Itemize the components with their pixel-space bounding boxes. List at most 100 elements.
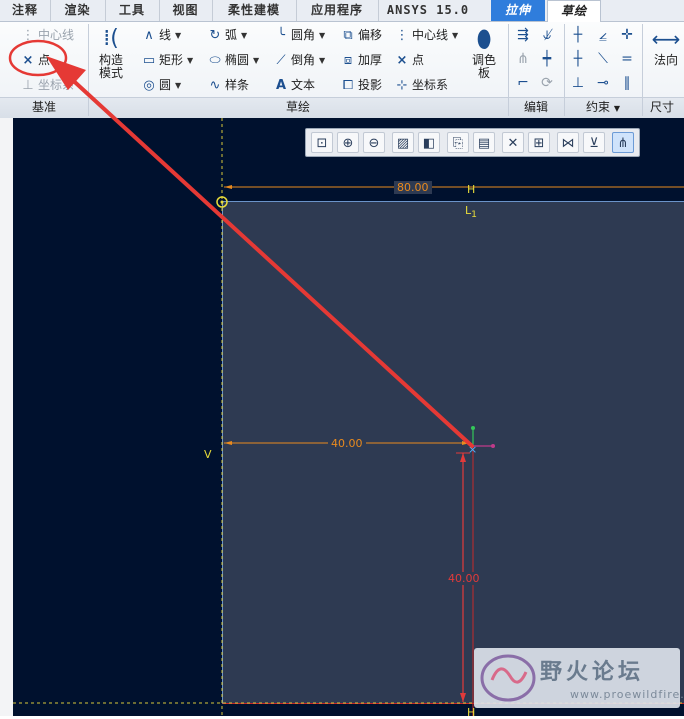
- display-style-icon[interactable]: ◧: [418, 132, 440, 153]
- sketch-constraint-display-icon[interactable]: ⊻: [583, 132, 605, 153]
- sketch-dimension-display-icon[interactable]: ⋈: [557, 132, 579, 153]
- dropdown-arrow-icon[interactable]: ▼: [319, 51, 325, 71]
- corner-icon[interactable]: ⌐: [514, 74, 532, 92]
- ribbon: ⋮ 中心线 × 点 ⊥ 坐标系 基准 ⁞( 构造 模式 ∧ 线 ▼ ▭ 矩形 ▼ ◎ 圆 ▼ ↻ 弧…: [0, 22, 684, 118]
- palette-label-1: 调色: [471, 53, 496, 67]
- parallel-constraint-icon[interactable]: ∥: [618, 74, 636, 92]
- tangent-constraint-icon[interactable]: ⦤: [594, 26, 612, 44]
- dropdown-arrow-icon[interactable]: ▼: [187, 51, 193, 71]
- dropdown-arrow-icon[interactable]: ▼: [175, 76, 181, 96]
- tab-applications[interactable]: 应用程序: [296, 0, 379, 21]
- normal-dimension-button[interactable]: ⟷ 法向: [646, 26, 684, 67]
- datum-point-button[interactable]: × 点: [20, 50, 50, 70]
- tab-view[interactable]: 视图: [159, 0, 213, 21]
- sketch-chamfer-label: 倒角: [291, 53, 316, 67]
- sketch-thicken-button[interactable]: ⧈ 加厚: [340, 50, 382, 70]
- horizontal-constraint-icon[interactable]: ┼: [569, 50, 587, 68]
- palette-icon: ⬮: [476, 25, 492, 53]
- thicken-icon: ⧈: [343, 53, 353, 68]
- text-icon: A: [275, 78, 287, 93]
- annotation-display-icon[interactable]: ⊞: [528, 132, 550, 153]
- sketch-offset-button[interactable]: ⧉ 偏移: [340, 25, 382, 45]
- datum-display-icon[interactable]: ✕: [502, 132, 524, 153]
- tab-flexible-modeling[interactable]: 柔性建模: [212, 0, 297, 21]
- dropdown-arrow-icon[interactable]: ▼: [175, 26, 181, 46]
- sketch-project-label: 投影: [358, 78, 383, 92]
- sketch-coord-sys-button[interactable]: ⊹ 坐标系: [394, 75, 448, 95]
- coordinate-system-icon: ⊹: [396, 78, 408, 93]
- tab-annotate[interactable]: 注释: [0, 0, 51, 21]
- datum-centerline-button[interactable]: ⋮ 中心线: [20, 25, 75, 45]
- watermark-url: www.proewildfire.cn: [570, 688, 684, 701]
- constraint-label-vertical: V: [204, 448, 212, 461]
- group-label-datum: 基准: [31, 100, 56, 114]
- dimension-value-horizontal[interactable]: 40.00: [328, 437, 366, 450]
- tab-extrude[interactable]: 拉伸: [491, 0, 545, 21]
- midpoint-constraint-icon[interactable]: ✛: [618, 26, 636, 44]
- constraint-label-horizontal: H: [467, 183, 476, 196]
- vertical-constraint-icon[interactable]: ┼: [569, 26, 587, 44]
- construction-mode-button[interactable]: ⁞( 构造 模式: [88, 26, 134, 80]
- dimension-value-vertical[interactable]: 40.00: [445, 572, 483, 585]
- arc-icon: ↻: [209, 28, 221, 43]
- sketch-fillet-button[interactable]: ╰ 圆角 ▼: [273, 25, 325, 45]
- tab-tools[interactable]: 工具: [105, 0, 160, 21]
- symmetric-constraint-icon[interactable]: ⊸: [594, 74, 612, 92]
- sketch-circle-label: 圆: [159, 78, 172, 92]
- sketch-arc-button[interactable]: ↻ 弧 ▼: [207, 25, 248, 46]
- centerline-icon: ⋮: [395, 28, 409, 43]
- mirror-icon[interactable]: ⋔: [514, 50, 532, 68]
- construction-mode-label-1: 构造: [98, 53, 123, 67]
- modify-icon[interactable]: ⇶: [514, 26, 532, 44]
- tab-ansys[interactable]: ANSYS 15.0: [378, 0, 478, 21]
- sketch-rectangle-button[interactable]: ▭ 矩形 ▼: [141, 50, 193, 70]
- datum-coord-sys-button[interactable]: ⊥ 坐标系: [20, 75, 74, 95]
- zoom-out-icon[interactable]: ⊖: [363, 132, 385, 153]
- sketch-point-button[interactable]: × 点: [394, 50, 424, 70]
- sketch-text-button[interactable]: A 文本: [273, 75, 315, 95]
- perpendicular-constraint-icon[interactable]: ⊥: [569, 74, 587, 92]
- ribbon-tab-bar: 注释 渲染 工具 视图 柔性建模 应用程序 ANSYS 15.0 拉伸 草绘: [0, 0, 684, 23]
- sketch-centerline-button[interactable]: ⋮ 中心线 ▼: [394, 25, 459, 46]
- dropdown-arrow-icon[interactable]: ▼: [452, 26, 458, 46]
- palette-button[interactable]: ⬮ 调色 板: [462, 26, 506, 80]
- zoom-in-icon[interactable]: ⊕: [337, 132, 359, 153]
- group-label-dimension: 尺寸: [650, 100, 675, 114]
- circle-icon: ◎: [143, 78, 155, 93]
- dropdown-arrow-icon[interactable]: ▼: [319, 26, 325, 46]
- sketch-circle-button[interactable]: ◎ 圆 ▼: [141, 75, 181, 95]
- sketch-line-label: 线: [159, 28, 172, 42]
- sketch-spline-label: 样条: [225, 78, 250, 92]
- sketch-line-button[interactable]: ∧ 线 ▼: [141, 25, 181, 45]
- sketch-project-button[interactable]: ⧠ 投影: [340, 75, 382, 95]
- coordinate-system-icon: ⊥: [22, 78, 34, 93]
- dropdown-arrow-icon[interactable]: ▼: [241, 26, 247, 46]
- left-panel-strip: [0, 118, 14, 716]
- coincident-constraint-icon[interactable]: ⟍: [594, 50, 612, 68]
- sketch-vertex-display-icon[interactable]: ⋔: [612, 132, 634, 153]
- sketch-text-label: 文本: [291, 78, 316, 92]
- refit-icon[interactable]: ⊡: [311, 132, 333, 153]
- sketch-centerline-label: 中心线: [412, 28, 449, 42]
- divide-icon[interactable]: ┿: [538, 50, 556, 68]
- tab-render[interactable]: 渲染: [50, 0, 106, 21]
- watermark: 野火论坛 www.proewildfire.cn: [474, 648, 684, 708]
- sketch-coord-sys-label: 坐标系: [412, 78, 449, 92]
- equal-constraint-icon[interactable]: =: [618, 50, 636, 68]
- watermark-title: 野火论坛: [540, 660, 645, 685]
- repaint-icon[interactable]: ▨: [392, 132, 414, 153]
- line-icon: ∧: [144, 28, 154, 43]
- dimension-value-top[interactable]: 80.00: [394, 181, 432, 194]
- sketch-offset-label: 偏移: [358, 28, 383, 42]
- sketch-ellipse-button[interactable]: ⬭ 椭圆 ▼: [207, 50, 259, 70]
- dropdown-arrow-icon[interactable]: ▼: [253, 51, 259, 71]
- rotate-resize-icon[interactable]: ⟳: [538, 74, 556, 92]
- view-manager-icon[interactable]: ▤: [473, 132, 495, 153]
- saved-views-icon[interactable]: ⎘: [447, 132, 469, 153]
- sketch-rectangle-label: 矩形: [159, 53, 184, 67]
- delete-segment-icon[interactable]: ⫝̸: [538, 26, 556, 44]
- sketch-chamfer-button[interactable]: ⟋ 倒角 ▼: [273, 50, 325, 70]
- group-label-constrain[interactable]: 约束 ▼: [564, 98, 642, 116]
- tab-sketch[interactable]: 草绘: [547, 0, 601, 23]
- sketch-spline-button[interactable]: ∿ 样条: [207, 75, 249, 95]
